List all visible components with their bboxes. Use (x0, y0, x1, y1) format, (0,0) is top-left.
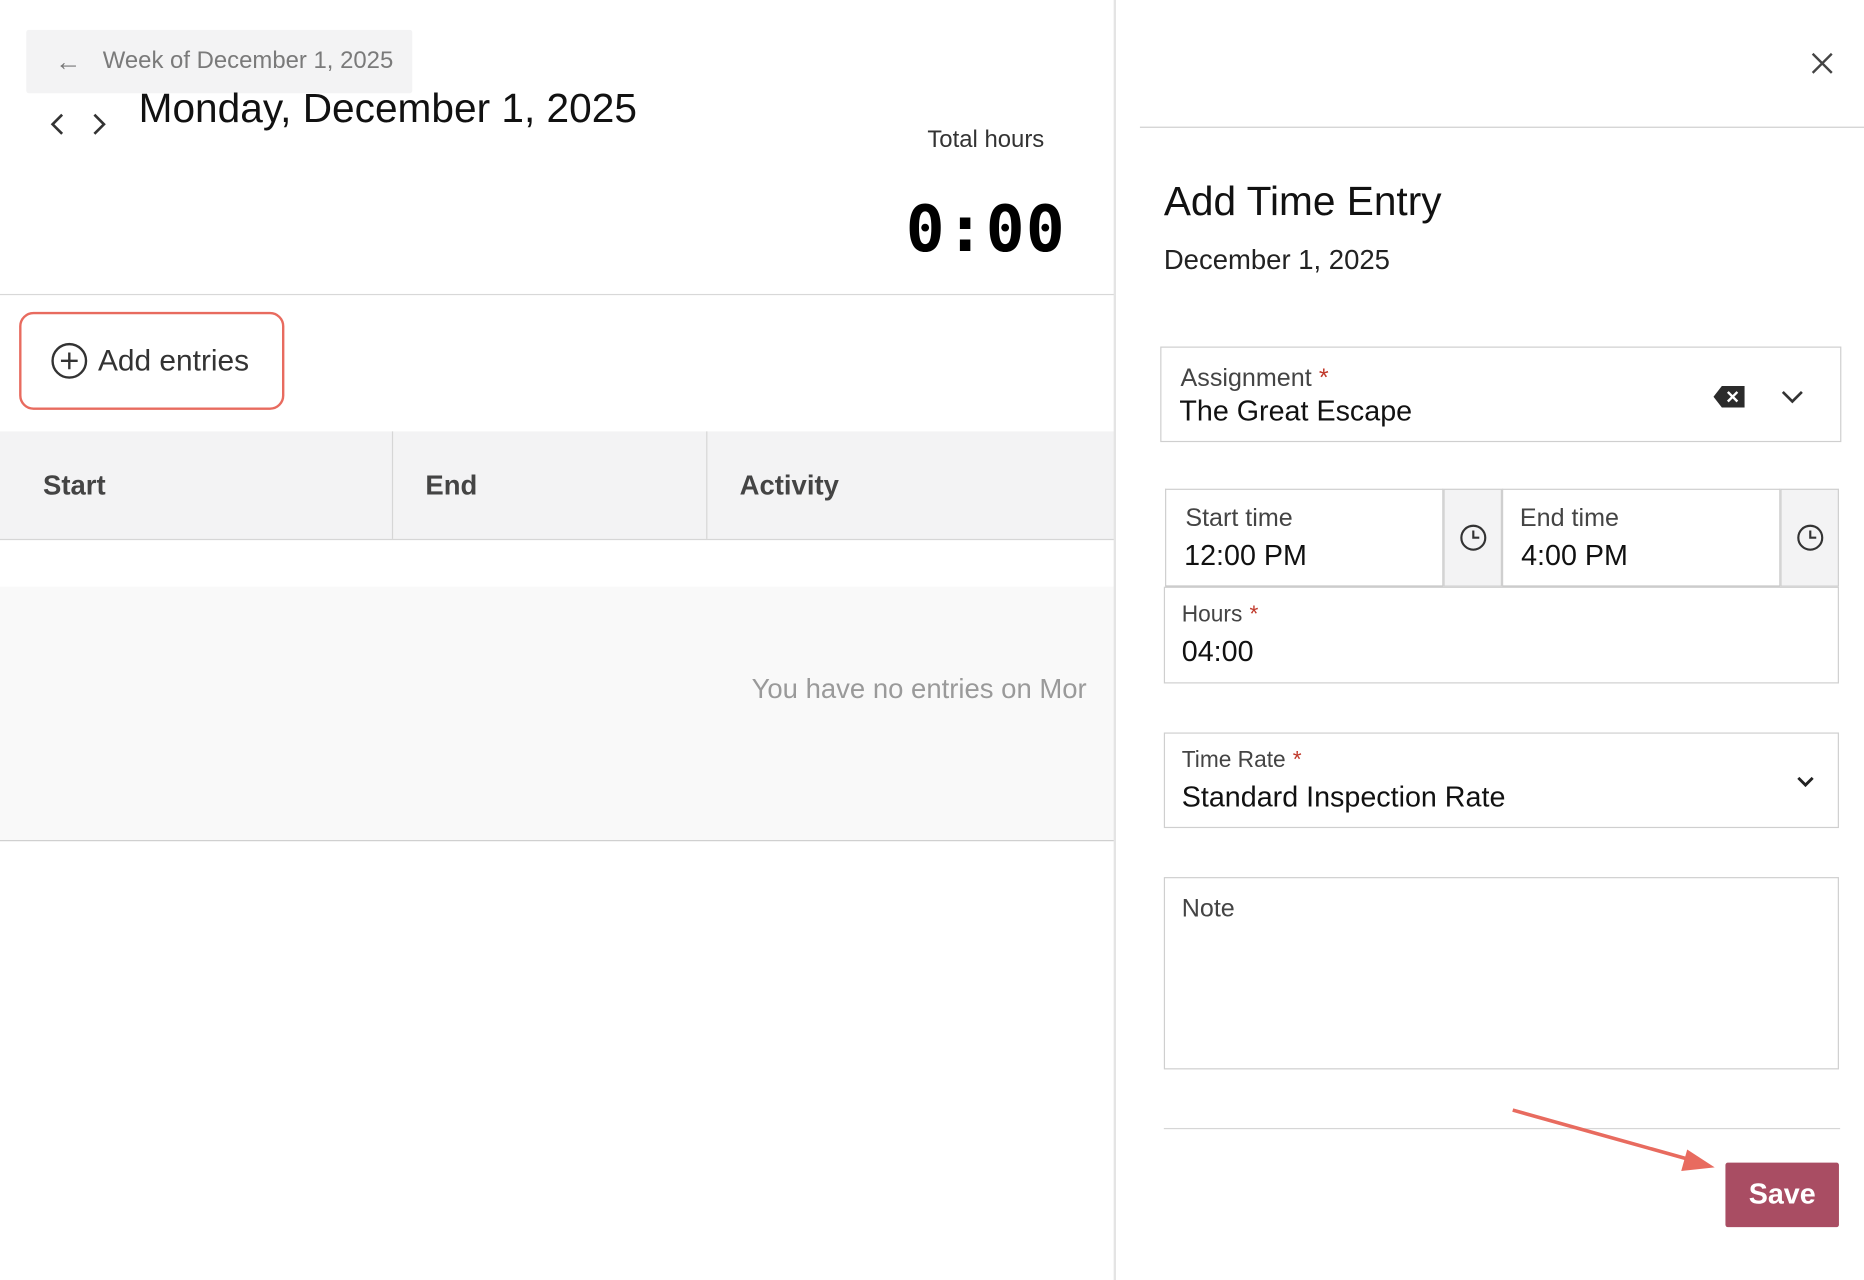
chevron-down-icon (1781, 390, 1803, 404)
empty-state-message: You have no entries on Mor (751, 672, 1087, 704)
assignment-dropdown-toggle[interactable] (1778, 384, 1807, 410)
chevron-left-icon (50, 113, 64, 135)
next-day-button[interactable] (85, 105, 114, 143)
assignment-label: Assignment * (1180, 364, 1329, 392)
back-link-label: Week of December 1, 2025 (102, 47, 394, 75)
chevron-right-icon (93, 113, 106, 135)
page-title: Monday, December 1, 2025 (138, 86, 637, 132)
end-time-field[interactable]: End time 4:00 PM (1501, 488, 1781, 587)
column-header-activity[interactable]: Activity (740, 431, 839, 539)
previous-day-button[interactable] (43, 105, 72, 143)
start-time-picker-button[interactable] (1443, 488, 1502, 587)
back-to-week-link[interactable]: ← Week of December 1, 2025 (26, 29, 413, 94)
time-rate-label: Time Rate * (1181, 748, 1302, 774)
hours-field[interactable]: Hours * 04:00 (1163, 586, 1839, 684)
save-button[interactable]: Save (1725, 1162, 1839, 1228)
end-time-value: 4:00 PM (1521, 540, 1628, 573)
end-time-picker-button[interactable] (1780, 488, 1839, 587)
total-hours-label: Total hours (927, 126, 1045, 153)
column-divider (706, 431, 708, 539)
clock-icon (1797, 524, 1824, 551)
header-divider (0, 293, 1115, 296)
total-hours-value: 0:00 (905, 191, 1066, 267)
column-divider (391, 431, 394, 539)
empty-state (0, 586, 1115, 842)
column-header-end[interactable]: End (425, 431, 477, 539)
start-time-value: 12:00 PM (1184, 540, 1307, 573)
add-entries-button[interactable]: Add entries (19, 311, 285, 410)
clock-icon (1460, 524, 1487, 551)
panel-title: Add Time Entry (1163, 179, 1442, 225)
hours-label: Hours * (1181, 602, 1259, 628)
panel-header-divider (1139, 126, 1864, 128)
time-rate-value: Standard Inspection Rate (1181, 781, 1506, 814)
assignment-select[interactable]: Assignment * The Great Escape (1160, 346, 1842, 443)
end-time-label: End time (1519, 504, 1619, 532)
assignment-value: The Great Escape (1179, 395, 1413, 428)
table-header: Start End Activity (0, 431, 1115, 541)
panel-footer-divider (1163, 1127, 1841, 1130)
note-label: Note (1181, 894, 1235, 923)
chevron-down-icon (1797, 776, 1814, 788)
plus-circle-icon (51, 342, 88, 379)
app-window: ← Week of December 1, 2025 Monday, Decem… (0, 0, 1864, 1280)
close-panel-button[interactable] (1804, 45, 1840, 81)
clear-icon (1713, 385, 1745, 408)
time-rate-select[interactable]: Time Rate * Standard Inspection Rate (1163, 732, 1839, 829)
add-entries-label: Add entries (97, 343, 250, 377)
note-textarea[interactable]: Note (1163, 877, 1839, 1070)
column-header-start[interactable]: Start (43, 431, 106, 539)
hours-value: 04:00 (1181, 635, 1254, 668)
arrow-left-icon: ← (54, 46, 82, 76)
start-time-label: Start time (1185, 504, 1293, 532)
close-icon (1811, 52, 1833, 74)
add-time-entry-panel: Add Time Entry December 1, 2025 Assignme… (1116, 0, 1864, 1280)
start-time-field[interactable]: Start time 12:00 PM (1165, 488, 1444, 587)
clear-assignment-button[interactable] (1712, 384, 1748, 410)
panel-date: December 1, 2025 (1163, 243, 1390, 275)
